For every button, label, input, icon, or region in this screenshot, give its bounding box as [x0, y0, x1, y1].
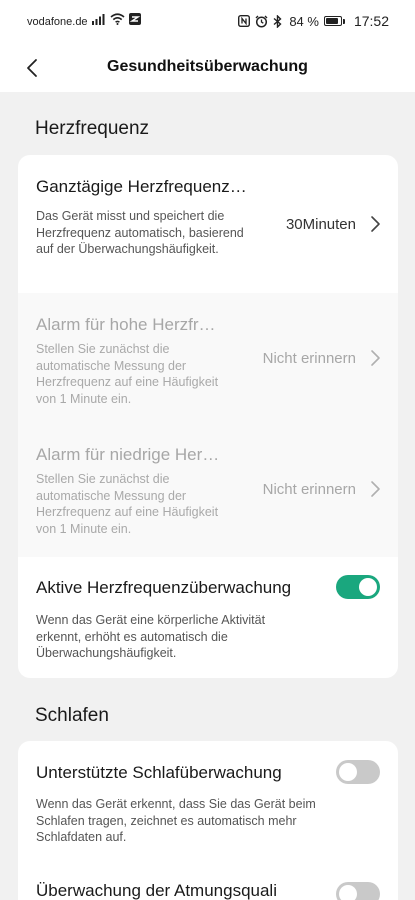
- breathing-quality-monitoring-toggle[interactable]: [336, 882, 380, 900]
- wifi-icon: [110, 13, 125, 25]
- bluetooth-icon: [273, 14, 282, 28]
- assisted-sleep-monitoring-toggle[interactable]: [336, 760, 380, 784]
- page-title: Gesundheitsüberwachung: [107, 58, 308, 75]
- low-heart-rate-alarm-row[interactable]: Alarm für niedrige Her… Stellen Sie zunä…: [18, 425, 398, 557]
- high-heart-rate-alarm-row[interactable]: Alarm für hohe Herzfr… Stellen Sie zunäc…: [18, 293, 398, 425]
- sync-icon: [129, 13, 141, 25]
- high-heart-rate-alarm-title: Alarm für hohe Herzfr…: [36, 315, 216, 334]
- alarm-icon: [255, 15, 268, 28]
- carrier-label: vodafone.de: [27, 16, 88, 28]
- assisted-sleep-monitoring-title: Unterstützte Schlafüberwachung: [36, 763, 282, 782]
- battery-percentage: 84 %: [289, 13, 319, 29]
- high-heart-rate-alarm-description: Stellen Sie zunächst die automatische Me…: [36, 342, 219, 406]
- chevron-right-icon: [371, 481, 380, 497]
- all-day-heart-rate-row[interactable]: Ganztägige Herzfrequenz… Das Gerät misst…: [18, 155, 398, 293]
- toggle-knob: [359, 578, 377, 596]
- high-heart-rate-alarm-value: Nicht erinnern: [262, 350, 356, 367]
- active-heart-rate-monitoring-toggle[interactable]: [336, 575, 380, 599]
- status-bar: vodafone.de 84 % 17:52: [0, 0, 415, 44]
- active-heart-rate-monitoring-row: Aktive Herzfrequenzüberwachung Wenn das …: [18, 557, 398, 678]
- chevron-right-icon: [371, 216, 380, 232]
- breathing-quality-monitoring-title: Überwachung der Atmungsquali: [36, 881, 277, 900]
- assisted-sleep-monitoring-row: Unterstützte Schlafüberwachung Wenn das …: [18, 741, 398, 863]
- screen: vodafone.de 84 % 17:52 Gesundheitsüberwa…: [0, 0, 415, 900]
- assisted-sleep-monitoring-description: Wenn das Gerät erkennt, dass Sie das Ger…: [36, 797, 316, 844]
- battery-tip: [342, 18, 345, 24]
- breathing-quality-monitoring-row: Überwachung der Atmungsquali: [18, 863, 398, 900]
- all-day-heart-rate-title: Ganztägige Herzfrequenz…: [36, 177, 247, 196]
- header: Gesundheitsüberwachung: [0, 44, 415, 92]
- signal-icon: [92, 14, 105, 25]
- active-heart-rate-monitoring-description: Wenn das Gerät eine körperliche Aktivitä…: [36, 613, 266, 660]
- status-left-icons: [92, 13, 141, 25]
- status-right: 84 % 17:52: [238, 13, 389, 29]
- heart-rate-card: Ganztägige Herzfrequenz… Das Gerät misst…: [18, 155, 398, 678]
- low-heart-rate-alarm-description: Stellen Sie zunächst die automatische Me…: [36, 472, 219, 536]
- low-heart-rate-alarm-title: Alarm für niedrige Her…: [36, 445, 220, 464]
- all-day-heart-rate-value: 30Minuten: [285, 216, 356, 233]
- active-heart-rate-monitoring-title: Aktive Herzfrequenzüberwachung: [36, 578, 292, 597]
- section-title-sleep: Schlafen: [35, 705, 109, 726]
- toggle-knob: [339, 763, 357, 781]
- battery-icon: [323, 16, 342, 26]
- nfc-icon: [238, 15, 251, 27]
- all-day-heart-rate-description: Das Gerät misst und speichert die Herzfr…: [36, 209, 244, 256]
- low-heart-rate-alarm-value: Nicht erinnern: [262, 481, 356, 498]
- chevron-right-icon: [371, 350, 380, 366]
- toggle-knob: [339, 885, 357, 900]
- battery-level: [325, 18, 338, 24]
- clock: 17:52: [353, 13, 389, 29]
- section-title-heart-rate: Herzfrequenz: [35, 118, 150, 139]
- sleep-card: Unterstützte Schlafüberwachung Wenn das …: [18, 741, 398, 900]
